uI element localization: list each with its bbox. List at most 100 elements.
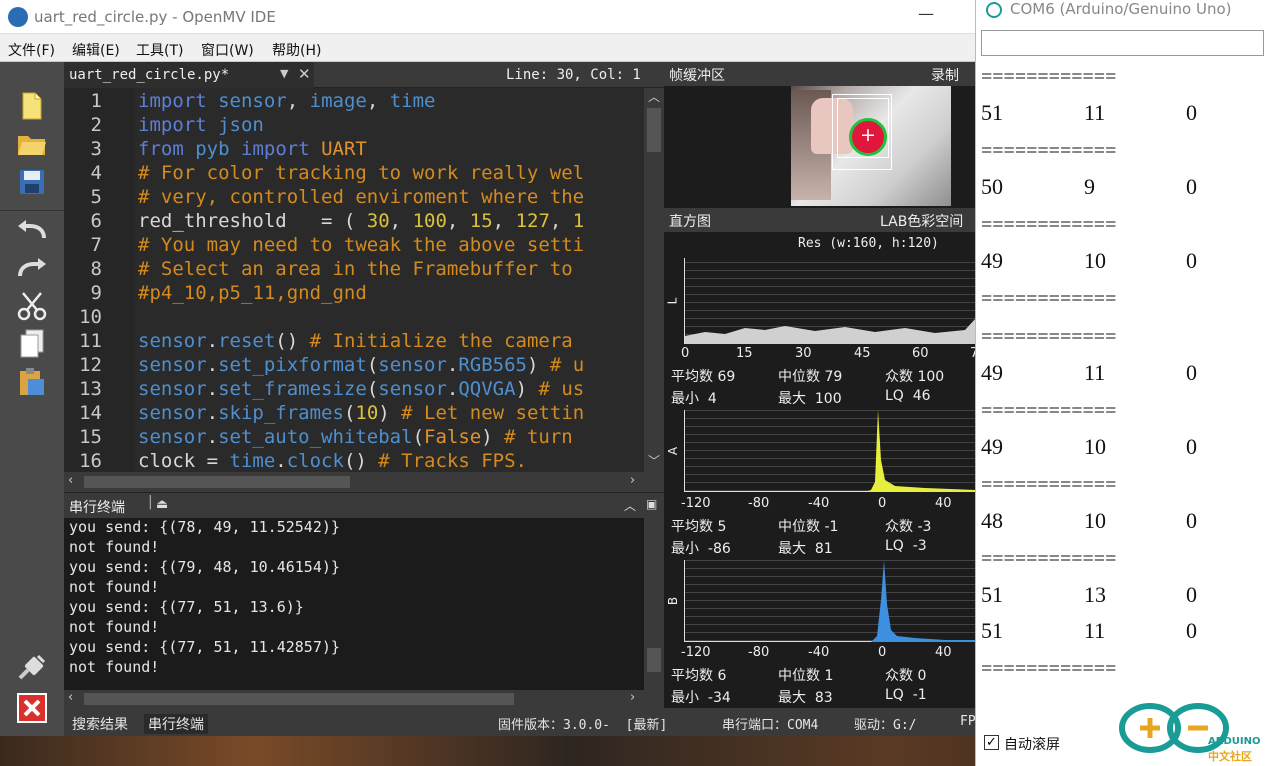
serial-value: 10	[1084, 508, 1106, 533]
serial-value: 0	[1186, 100, 1197, 125]
serial-separator: ============	[981, 288, 1117, 310]
openmv-ide-window: uart_red_circle.py - OpenMV IDE — 文件(F) …	[0, 0, 978, 766]
histogram-a-chart	[684, 410, 976, 492]
terminal-vertical-scrollbar[interactable]	[644, 518, 664, 690]
record-button[interactable]: 录制	[931, 65, 959, 85]
maximize-icon[interactable]: ▣	[646, 497, 657, 511]
firmware-version[interactable]: 固件版本：3.0.0- [最新]	[498, 714, 667, 733]
histogram-l-axis-label: L	[665, 297, 680, 305]
histogram-l-tick: 15	[736, 346, 753, 361]
line-number: 9	[90, 282, 102, 304]
serial-separator: ============	[981, 400, 1117, 422]
editor-tab[interactable]: uart_red_circle.py* ▼ ✕	[64, 62, 314, 88]
status-bar: 搜索结果 串行终端 固件版本：3.0.0- [最新] 串行端口：COM4 驱动：…	[64, 708, 976, 736]
terminal-line: you send: {(79, 48, 10.46154)}	[69, 558, 340, 576]
serial-send-input[interactable]	[981, 30, 1264, 56]
serial-value: 51	[981, 100, 1003, 125]
terminal-line: not found!	[69, 618, 160, 636]
terminal-line: not found!	[69, 578, 160, 596]
serial-separator: ============	[981, 474, 1117, 496]
histogram-b-tick: 0	[878, 645, 887, 660]
histogram-l-tick: 60	[912, 346, 929, 361]
serial-value: 50	[981, 174, 1003, 199]
collapse-icon[interactable]: ︿	[624, 497, 636, 514]
histogram-l-chart	[684, 258, 976, 344]
editor-vertical-scrollbar[interactable]: ︿ ﹀	[644, 88, 664, 472]
serial-separator: ============	[981, 326, 1117, 348]
window-title: uart_red_circle.py - OpenMV IDE	[34, 8, 276, 26]
menu-help[interactable]: 帮助(H)	[272, 40, 321, 60]
serial-value: 10	[1084, 248, 1106, 273]
serial-separator: ============	[981, 66, 1117, 88]
tab-search-results[interactable]: 搜索结果	[72, 714, 128, 734]
autoscroll-checkbox[interactable]: ✓	[984, 735, 999, 750]
line-number: 7	[90, 234, 102, 256]
chevron-down-icon[interactable]: ▼	[280, 67, 288, 80]
editor-tab-label: uart_red_circle.py*	[69, 67, 230, 83]
paste-icon[interactable]	[14, 366, 50, 398]
menu-file[interactable]: 文件(F)	[8, 40, 55, 60]
editor-horizontal-scrollbar[interactable]: ‹ ›	[64, 472, 664, 492]
cut-icon[interactable]	[14, 290, 50, 322]
stat-max: 最大 81	[778, 541, 833, 557]
serial-value: 51	[981, 618, 1003, 643]
stat-max: 最大 100	[778, 391, 842, 407]
serial-value: 10	[1084, 434, 1106, 459]
histogram-a-tick: -80	[748, 496, 770, 511]
connect-icon[interactable]	[14, 652, 50, 684]
resolution-label: Res (w:160, h:120)	[798, 236, 939, 251]
histogram-header: 直方图 LAB色彩空间	[664, 208, 975, 232]
undo-icon[interactable]	[14, 214, 50, 246]
autoscroll-label: 自动滚屏	[1004, 737, 1060, 753]
serial-terminal-output[interactable]: you send: {(78, 49, 11.52542)} not found…	[64, 518, 664, 690]
left-toolbar	[0, 62, 64, 736]
code-line: import json	[138, 114, 264, 136]
code-line: clock = time.clock() # Tracks FPS.	[138, 450, 527, 472]
serial-value: 11	[1084, 100, 1106, 125]
serial-port[interactable]: 串行端口：COM4	[722, 714, 818, 733]
terminal-line: not found!	[69, 538, 160, 556]
serial-monitor-title-bar: COM6 (Arduino/Genuino Uno)	[976, 0, 1266, 22]
terminal-divider: |	[148, 494, 153, 510]
terminal-line: not found!	[69, 658, 160, 676]
histogram-title: 直方图	[669, 214, 711, 230]
line-number: 12	[79, 354, 102, 376]
menu-window[interactable]: 窗口(W)	[201, 40, 254, 60]
serial-separator: ============	[981, 140, 1117, 162]
stop-icon[interactable]	[14, 692, 50, 724]
code-editor[interactable]: 1 2 3 4 5 6 7 8 9 10 11 12 13 14 15 16 i…	[64, 88, 664, 472]
line-number: 3	[90, 138, 102, 160]
drive[interactable]: 驱动：G:/	[854, 714, 916, 733]
redo-icon[interactable]	[14, 252, 50, 284]
line-number: 1	[90, 90, 102, 112]
serial-monitor-title: COM6 (Arduino/Genuino Uno)	[1010, 0, 1232, 18]
lock-icon[interactable]: ⏏	[156, 497, 168, 512]
openmv-logo-icon	[8, 7, 28, 27]
menu-edit[interactable]: 编辑(E)	[72, 40, 120, 60]
colorspace-selector[interactable]: LAB色彩空间	[880, 211, 963, 231]
serial-value: 9	[1084, 174, 1095, 199]
menu-bar: 文件(F) 编辑(E) 工具(T) 窗口(W) 帮助(H)	[0, 34, 975, 62]
histogram-b-tick: -40	[808, 645, 830, 660]
save-icon[interactable]	[14, 166, 50, 198]
minimize-button[interactable]: —	[918, 4, 934, 23]
histogram-a-tick: 40	[935, 496, 952, 511]
stat-min: 最小 -86	[671, 541, 731, 557]
code-line: sensor.skip_frames(10) # Let new settin	[138, 402, 585, 424]
serial-value: 13	[1084, 582, 1106, 607]
code-line: import sensor, image, time	[138, 90, 436, 112]
stat-lq: LQ -1	[885, 687, 927, 703]
serial-terminal-header: 串行终端 | ⏏ ︿ ▣	[64, 492, 664, 518]
open-folder-icon[interactable]	[14, 128, 50, 160]
terminal-horizontal-scrollbar[interactable]: ‹ ›	[64, 690, 664, 708]
serial-value: 48	[981, 508, 1003, 533]
close-icon[interactable]: ✕	[298, 65, 311, 83]
tab-serial-terminal[interactable]: 串行终端	[144, 714, 208, 734]
framebuffer-image[interactable]: +	[791, 86, 951, 206]
serial-value: 11	[1084, 618, 1106, 643]
menu-tools[interactable]: 工具(T)	[136, 40, 183, 60]
serial-value: 11	[1084, 360, 1106, 385]
copy-icon[interactable]	[14, 328, 50, 360]
new-file-icon[interactable]	[14, 90, 50, 122]
cursor-position: Line: 30, Col: 1	[506, 67, 641, 83]
